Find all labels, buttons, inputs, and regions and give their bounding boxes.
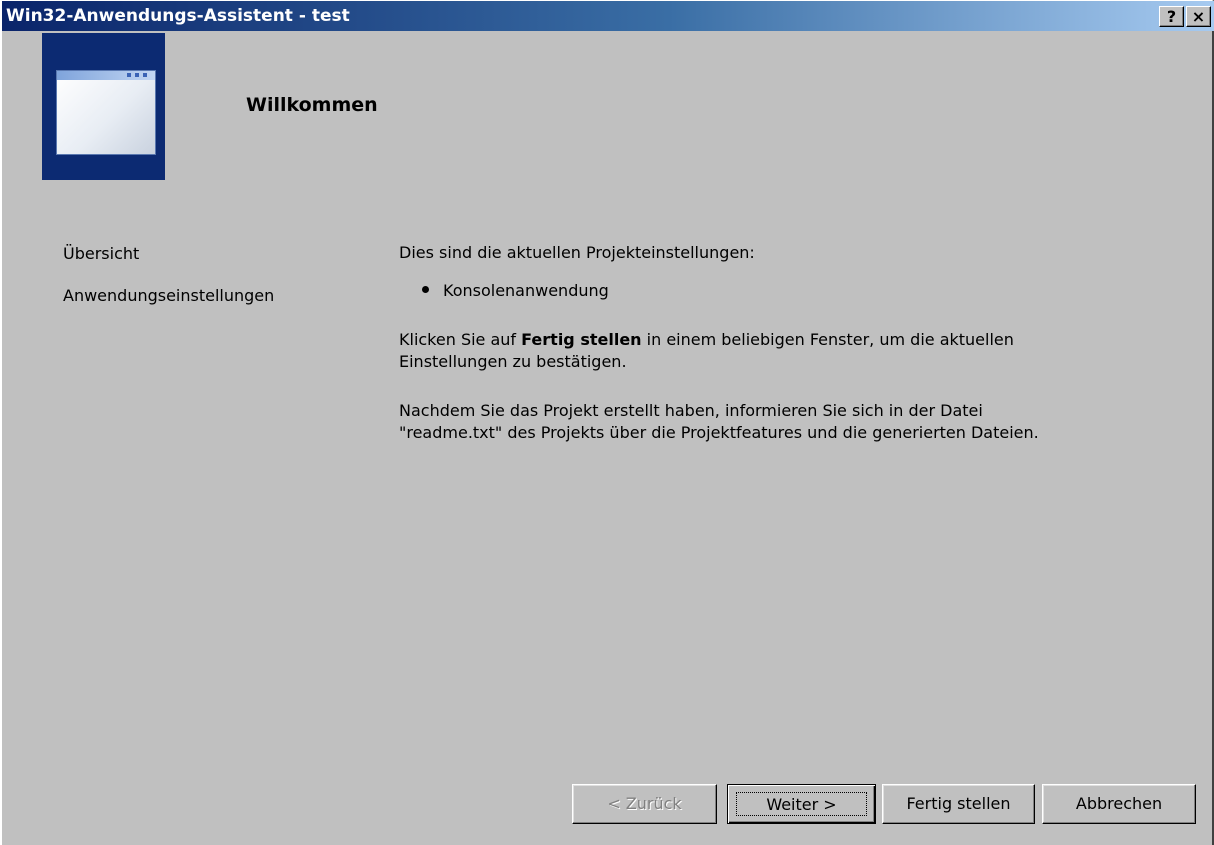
readme-note-line1: Nachdem Sie das Projekt erstellt haben, …	[399, 401, 983, 420]
finish-instructions-prefix: Klicken Sie auf	[399, 330, 522, 349]
close-button[interactable]: ×	[1186, 6, 1211, 27]
next-button[interactable]: Weiter >	[727, 784, 876, 824]
settings-intro-text: Dies sind die aktuellen Projekteinstellu…	[399, 243, 755, 262]
settings-list-item-label: Konsolenanwendung	[443, 281, 609, 300]
finish-instructions-line1: Klicken Sie auf Fertig stellen in einem …	[399, 329, 1014, 351]
settings-list-item: Konsolenanwendung	[422, 280, 609, 302]
finish-instructions-emphasis: Fertig stellen	[521, 330, 642, 349]
icon-window-titlebar	[57, 71, 155, 80]
close-icon: ×	[1191, 7, 1206, 26]
back-button[interactable]: < Zurück	[572, 784, 717, 824]
finish-instructions-line2: Einstellungen zu bestätigen.	[399, 352, 627, 371]
finish-instructions: Klicken Sie auf Fertig stellen in einem …	[399, 329, 1014, 373]
next-button-label: Weiter >	[736, 792, 867, 816]
application-window-icon	[56, 70, 156, 155]
window-title: Win32-Anwendungs-Assistent - test	[6, 6, 350, 26]
finish-button[interactable]: Fertig stellen	[882, 784, 1035, 824]
wizard-header-graphic	[42, 33, 165, 180]
readme-note-line2: "readme.txt" des Projekts über die Proje…	[399, 423, 1039, 442]
finish-instructions-suffix: in einem beliebigen Fenster, um die aktu…	[641, 330, 1014, 349]
title-bar[interactable]: Win32-Anwendungs-Assistent - test ? ×	[2, 1, 1214, 31]
page-title: Willkommen	[246, 94, 378, 116]
sidebar-item-overview[interactable]: Übersicht	[63, 244, 139, 263]
cancel-button[interactable]: Abbrechen	[1042, 784, 1196, 824]
help-button[interactable]: ?	[1159, 6, 1184, 27]
wizard-dialog: Win32-Anwendungs-Assistent - test ? × Wi…	[0, 0, 1214, 845]
readme-note: Nachdem Sie das Projekt erstellt haben, …	[399, 400, 1039, 444]
help-icon: ?	[1166, 7, 1177, 26]
sidebar-item-application-settings[interactable]: Anwendungseinstellungen	[63, 286, 274, 305]
bullet-icon	[422, 286, 429, 293]
icon-window-buttons	[127, 73, 149, 77]
